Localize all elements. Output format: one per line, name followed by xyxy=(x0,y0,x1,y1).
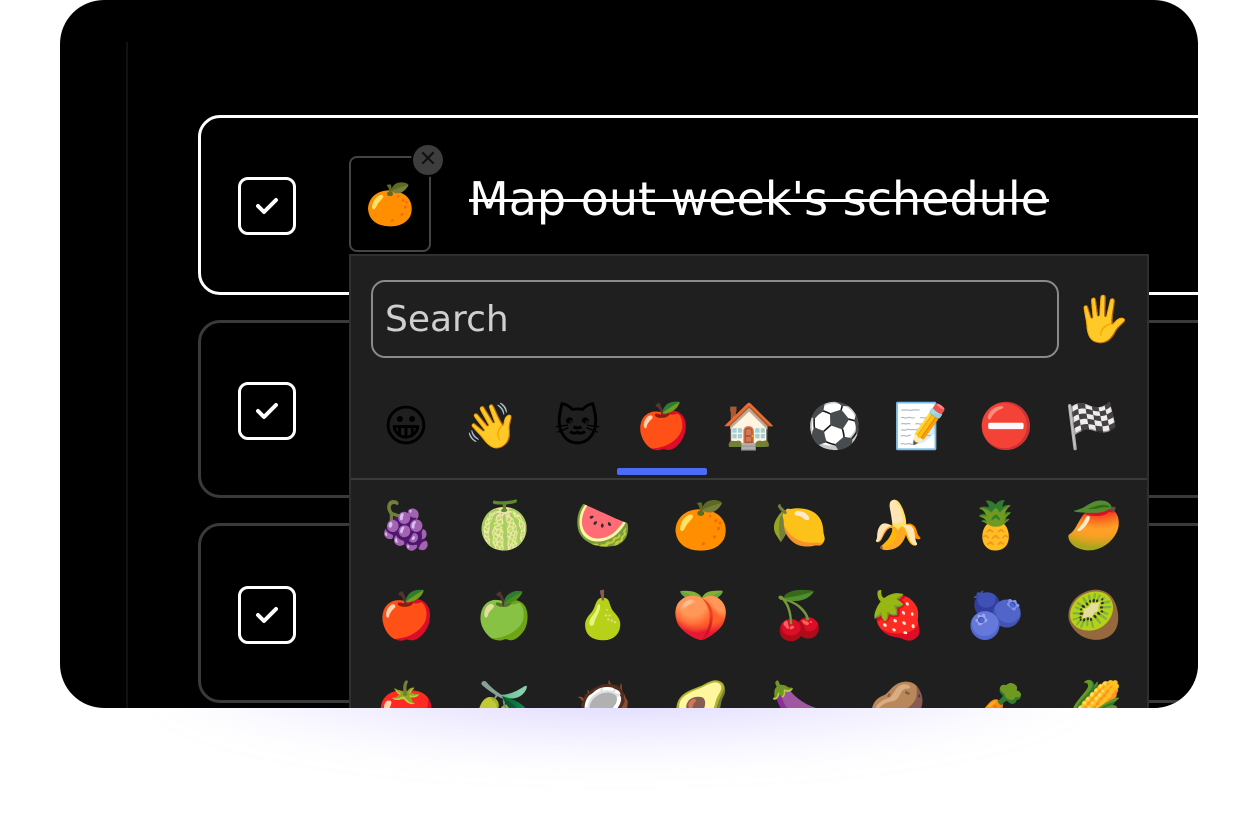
task-checkbox[interactable] xyxy=(238,177,296,235)
emoji-cell[interactable]: 🍊 xyxy=(652,480,750,570)
emoji-cell[interactable]: 🍒 xyxy=(750,570,848,660)
emoji-cell[interactable]: 🍑 xyxy=(652,570,750,660)
emoji-category-tabs: 😀 👋 🐱 🍎 🏠 ⚽ 📝 ⛔ 🏁 xyxy=(351,390,1147,462)
emoji-cell[interactable]: 🥥 xyxy=(554,660,652,709)
emoji-search-input[interactable] xyxy=(371,280,1059,358)
category-food-tab[interactable]: 🍎 xyxy=(627,400,699,452)
emoji-cell[interactable]: 🫐 xyxy=(947,570,1045,660)
emoji-cell[interactable]: 🍓 xyxy=(848,570,946,660)
category-travel-tab[interactable]: 🏠 xyxy=(713,400,785,452)
emoji-cell[interactable]: 🥑 xyxy=(652,660,750,709)
emoji-cell[interactable]: 🥝 xyxy=(1045,570,1143,660)
emoji-cell[interactable]: 🍏 xyxy=(455,570,553,660)
emoji-grid: 🍇 🍈 🍉 🍊 🍋 🍌 🍍 🥭 🍎 🍏 🍐 🍑 🍒 🍓 🫐 🥝 🍅 🫒 🥥 🥑 … xyxy=(357,480,1143,709)
close-icon: ✕ xyxy=(418,147,438,172)
app-window: 🍊 ✕ Map out week's schedule 🖐️ 😀 👋 🐱 🍎 🏠… xyxy=(60,0,1198,708)
category-smileys-tab[interactable]: 😀 xyxy=(370,401,442,452)
category-objects-tab[interactable]: 📝 xyxy=(884,400,956,452)
skin-tone-button[interactable]: 🖐️ xyxy=(1075,292,1130,348)
checkmark-icon xyxy=(256,198,278,214)
checkmark-icon xyxy=(256,607,278,623)
emoji-cell[interactable]: 🍎 xyxy=(357,570,455,660)
emoji-cell[interactable]: 🍅 xyxy=(357,660,455,709)
emoji-cell[interactable]: 🍍 xyxy=(947,480,1045,570)
emoji-cell[interactable]: 🍆 xyxy=(750,660,848,709)
category-flags-tab[interactable]: 🏁 xyxy=(1056,400,1128,452)
emoji-cell[interactable]: 🍇 xyxy=(357,480,455,570)
emoji-cell[interactable]: 🥔 xyxy=(848,660,946,709)
category-activities-tab[interactable]: ⚽ xyxy=(799,400,871,452)
emoji-cell[interactable]: 🥭 xyxy=(1045,480,1143,570)
active-category-indicator xyxy=(617,468,707,475)
emoji-cell[interactable]: 🫒 xyxy=(455,660,553,709)
category-people-tab[interactable]: 👋 xyxy=(456,400,528,452)
emoji-cell[interactable]: 🍐 xyxy=(554,570,652,660)
checkmark-icon xyxy=(256,403,278,419)
emoji-cell[interactable]: 🥕 xyxy=(947,660,1045,709)
content-edge xyxy=(126,42,128,708)
emoji-cell[interactable]: 🍋 xyxy=(750,480,848,570)
emoji-cell[interactable]: 🌽 xyxy=(1045,660,1143,709)
task-checkbox[interactable] xyxy=(238,382,296,440)
remove-emoji-button[interactable]: ✕ xyxy=(411,143,445,177)
emoji-picker: 🖐️ 😀 👋 🐱 🍎 🏠 ⚽ 📝 ⛔ 🏁 🍇 🍈 🍉 🍊 🍋 🍌 🍍 🥭 🍎 🍏 xyxy=(349,254,1149,708)
emoji-cell[interactable]: 🍉 xyxy=(554,480,652,570)
task-checkbox[interactable] xyxy=(238,586,296,644)
category-symbols-tab[interactable]: ⛔ xyxy=(970,400,1042,452)
emoji-cell[interactable]: 🍈 xyxy=(455,480,553,570)
category-animals-tab[interactable]: 🐱 xyxy=(541,401,613,452)
emoji-cell[interactable]: 🍌 xyxy=(848,480,946,570)
task-title[interactable]: Map out week's schedule xyxy=(469,172,1049,226)
